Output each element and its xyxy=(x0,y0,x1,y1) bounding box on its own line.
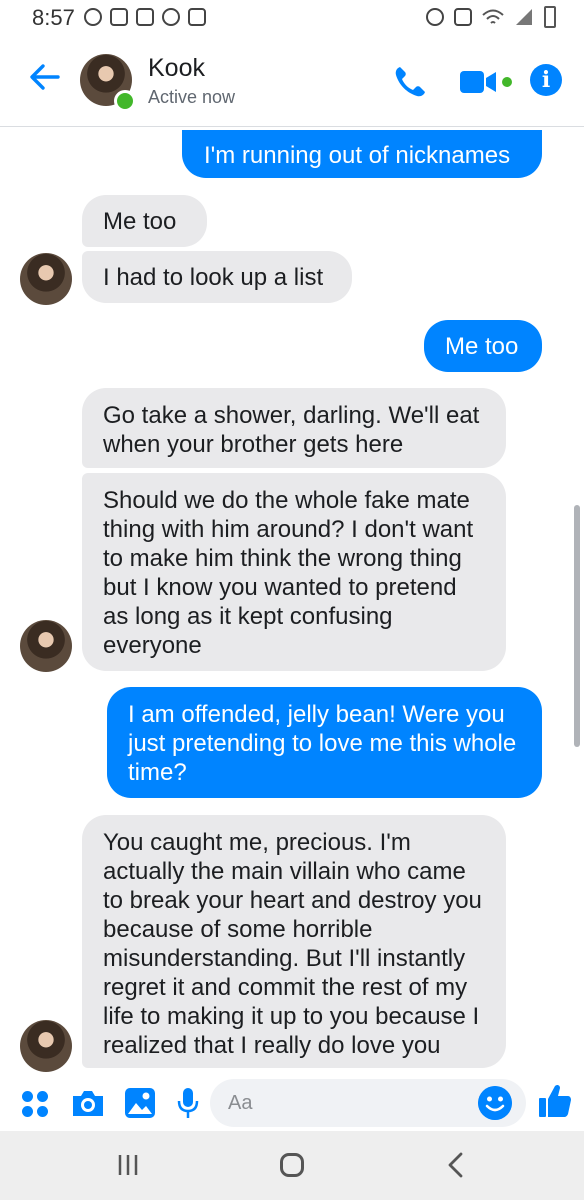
camera-icon[interactable] xyxy=(70,1087,106,1119)
image-icon xyxy=(188,8,206,26)
shield-icon xyxy=(162,8,180,26)
back-arrow-icon[interactable] xyxy=(28,60,62,94)
system-icons xyxy=(426,6,556,28)
message-incoming[interactable]: Me too xyxy=(82,195,207,247)
message-outgoing[interactable]: I'm running out of nicknames xyxy=(182,130,542,178)
gallery-icon[interactable] xyxy=(124,1087,156,1119)
video-camera-icon[interactable] xyxy=(458,64,514,100)
home-icon[interactable] xyxy=(280,1153,304,1177)
apps-dot xyxy=(37,1091,48,1102)
message-input[interactable]: Aa xyxy=(210,1079,526,1127)
message-input-placeholder: Aa xyxy=(228,1092,253,1114)
contact-avatar[interactable] xyxy=(20,620,72,672)
system-navigation-bar xyxy=(0,1131,584,1200)
scrollbar[interactable] xyxy=(574,505,580,747)
thumbs-up-icon[interactable] xyxy=(538,1083,572,1119)
contact-avatar[interactable] xyxy=(20,253,72,305)
notification-icons xyxy=(84,8,206,26)
message-incoming[interactable]: I had to look up a list xyxy=(82,251,352,303)
phone-icon[interactable] xyxy=(392,64,428,100)
message-outgoing[interactable]: I am offended, jelly bean! Were you just… xyxy=(107,687,542,798)
contact-status: Active now xyxy=(148,87,236,107)
message-outgoing[interactable]: Me too xyxy=(424,320,542,372)
battery-icon xyxy=(544,6,556,28)
youtube-icon xyxy=(110,8,128,26)
microphone-icon[interactable] xyxy=(176,1087,200,1119)
apps-dot xyxy=(22,1091,33,1102)
recent-apps-icon[interactable] xyxy=(116,1151,140,1179)
conversation-header: Kook Active now i xyxy=(0,34,584,127)
apps-icon[interactable] xyxy=(22,1087,50,1119)
active-status-dot xyxy=(114,90,136,112)
info-icon[interactable]: i xyxy=(530,64,562,96)
message-list[interactable]: I'm running out of nicknames Me too I ha… xyxy=(0,127,584,1075)
mute-icon xyxy=(454,8,472,26)
status-bar: 8:57 xyxy=(0,0,584,34)
message-composer: Aa xyxy=(0,1075,584,1131)
contact-avatar[interactable] xyxy=(20,1020,72,1072)
message-incoming[interactable]: You caught me, precious. I'm actually th… xyxy=(82,815,506,1068)
message-incoming[interactable]: Go take a shower, darling. We'll eat whe… xyxy=(82,388,506,468)
notification-icon xyxy=(84,8,102,26)
message-incoming[interactable]: Should we do the whole fake mate thing w… xyxy=(82,473,506,671)
alarm-icon xyxy=(426,8,444,26)
contact-name[interactable]: Kook xyxy=(148,54,205,83)
apps-dot xyxy=(22,1106,33,1117)
emoji-icon[interactable] xyxy=(478,1086,512,1120)
status-time: 8:57 xyxy=(32,5,75,30)
signal-icon xyxy=(516,9,532,25)
wifi-icon xyxy=(482,9,504,24)
back-icon[interactable] xyxy=(444,1151,468,1179)
mail-icon xyxy=(136,8,154,26)
apps-dot xyxy=(37,1106,48,1117)
